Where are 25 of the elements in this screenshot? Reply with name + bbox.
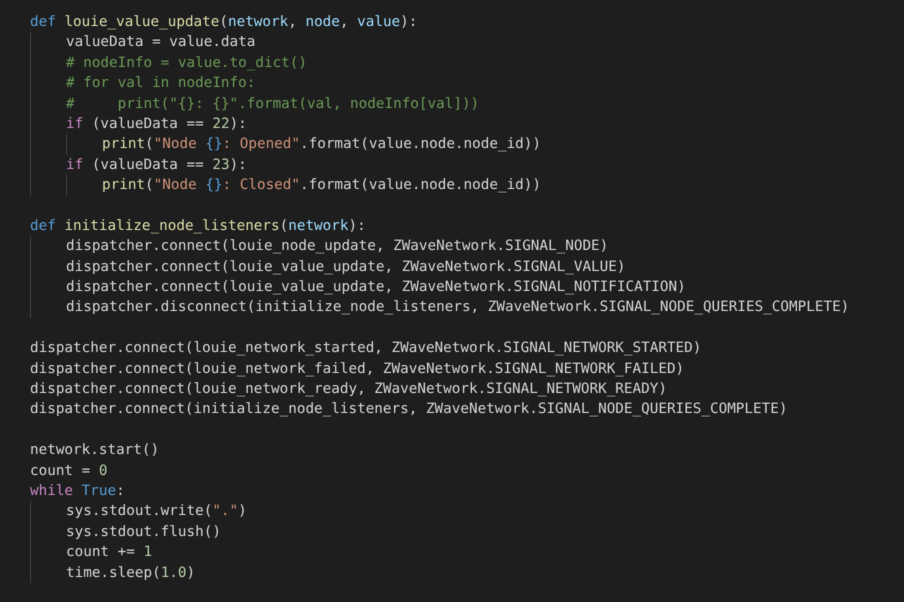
code-line: # for val in nodeInfo:: [66, 74, 256, 94]
code-line: print("Node {}: Opened".format(value.node.node_id)): [102, 135, 542, 154]
code-line: # print("{}: {}".format(val, nodeInfo[val])): [66, 94, 480, 114]
code-line: def initialize_node_listeners(network):: [30, 216, 367, 236]
code-line: dispatcher.connect(louie_value_update, ZWaveNetwork.SIGNAL_VALUE): [66, 258, 626, 277]
code-line: if (valueData == 22):: [66, 114, 248, 134]
code-line: network.start(): [30, 441, 160, 460]
code-line: dispatcher.connect(initialize_node_listeners, ZWaveNetwork.SIGNAL_NODE_QUERIES_COMPLETE): [30, 400, 788, 420]
code-line: dispatcher.connect(louie_node_update, ZWaveNetwork.SIGNAL_NODE): [66, 237, 610, 256]
code-line: dispatcher.connect(louie_value_update, ZWaveNetwork.SIGNAL_NOTIFICATION): [66, 278, 687, 298]
code-line: # nodeInfo = value.to_dict(): [66, 54, 308, 73]
code-line: count = 0: [30, 462, 108, 481]
code-line: valueData = value.data: [66, 33, 256, 52]
code-line: sys.stdout.flush(): [66, 522, 222, 542]
code-line: dispatcher.connect(louie_network_started, ZWaveNetwork.SIGNAL_NETWORK_STARTED): [30, 339, 702, 358]
code-line: dispatcher.disconnect(initialize_node_listeners, ZWaveNetwork.SIGNAL_NODE_QUERIES_COMPLETE): [66, 298, 850, 318]
code-line: dispatcher.connect(louie_network_ready, ZWaveNetwork.SIGNAL_NETWORK_READY): [30, 380, 668, 400]
code-line: time.sleep(1.0): [66, 564, 196, 583]
code-line: dispatcher.connect(louie_network_failed, ZWaveNetwork.SIGNAL_NETWORK_FAILED): [30, 360, 686, 379]
code-line: def louie_value_update(network, node, value):: [30, 13, 418, 32]
code-line: if (valueData == 23):: [66, 156, 248, 175]
code-line: sys.stdout.write("."): [66, 502, 248, 522]
code-line: while True:: [30, 482, 126, 501]
code-line: count += 1: [66, 543, 154, 562]
code-line: print("Node {}: Closed".format(value.node.node_id)): [102, 176, 542, 196]
